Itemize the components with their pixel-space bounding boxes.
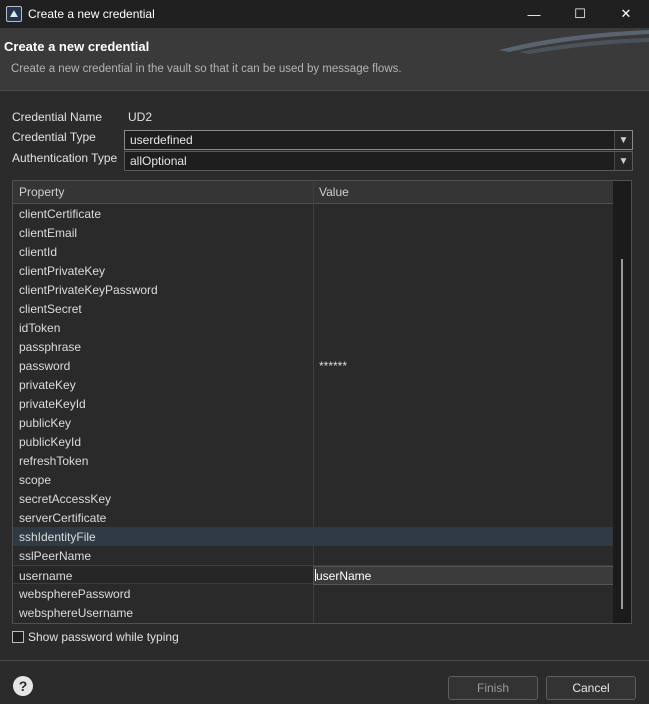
table-row[interactable]: refreshToken <box>13 451 614 470</box>
auth-type-label: Authentication Type <box>12 151 118 165</box>
cancel-button[interactable]: Cancel <box>546 676 636 700</box>
vertical-scrollbar[interactable] <box>613 181 631 623</box>
property-cell: privateKeyId <box>19 397 86 411</box>
property-cell: passphrase <box>19 340 82 354</box>
value-editor-text: userName <box>316 569 372 583</box>
credential-type-label: Credential Type <box>12 130 96 144</box>
property-cell: password <box>19 359 71 373</box>
property-cell: privateKey <box>19 378 76 392</box>
table-row[interactable]: clientEmail <box>13 223 614 242</box>
value-cell[interactable]: ****** <box>319 359 347 373</box>
banner-title: Create a new credential <box>4 39 150 54</box>
table-row[interactable]: clientPrivateKey <box>13 261 614 280</box>
properties-table[interactable]: Property Value clientCertificate clientEm… <box>12 180 632 624</box>
credential-name-value: UD2 <box>128 110 153 124</box>
footer-divider <box>0 660 649 661</box>
credential-type-select[interactable]: userdefined ▼ <box>124 130 633 150</box>
title-bar: ⛰ Create a new credential — ☐ ✕ <box>0 0 649 28</box>
property-cell: clientPrivateKey <box>19 264 106 278</box>
table-row[interactable]: clientId <box>13 242 614 261</box>
value-editor-input[interactable]: userName <box>313 566 614 585</box>
property-cell: publicKey <box>19 416 72 430</box>
table-row[interactable]: username userName <box>13 565 614 585</box>
property-cell: clientEmail <box>19 226 78 240</box>
table-row[interactable]: clientCertificate <box>13 204 614 223</box>
property-cell: clientPrivateKeyPassword <box>19 283 158 297</box>
chevron-down-icon[interactable]: ▼ <box>614 152 632 170</box>
table-row[interactable]: password ****** <box>13 356 614 375</box>
banner-description: Create a new credential in the vault so … <box>11 63 402 75</box>
property-cell: sshIdentityFile <box>19 530 96 544</box>
property-cell: clientId <box>19 245 58 259</box>
table-row[interactable]: privateKey <box>13 375 614 394</box>
property-cell: secretAccessKey <box>19 492 112 506</box>
scrollbar-thumb[interactable] <box>621 259 623 609</box>
auth-type-select[interactable]: allOptional ▼ <box>124 151 633 171</box>
show-password-label: Show password while typing <box>28 630 179 644</box>
table-row[interactable]: publicKey <box>13 413 614 432</box>
table-row[interactable]: clientPrivateKeyPassword <box>13 280 614 299</box>
wizard-banner: Create a new credential Create a new cre… <box>0 28 649 90</box>
show-password-option[interactable]: Show password while typing <box>12 630 179 644</box>
table-row[interactable]: sshIdentityFile <box>13 527 614 546</box>
auth-type-value: allOptional <box>130 154 187 168</box>
property-cell: refreshToken <box>19 454 89 468</box>
credential-name-label: Credential Name <box>12 110 103 124</box>
table-row[interactable]: serverCertificate <box>13 508 614 527</box>
credential-type-value: userdefined <box>130 133 193 147</box>
table-row[interactable]: passphrase <box>13 337 614 356</box>
table-row[interactable]: idToken <box>13 318 614 337</box>
property-cell: clientSecret <box>19 302 82 316</box>
window-controls: — ☐ ✕ <box>511 0 649 28</box>
table-row[interactable]: publicKeyId <box>13 432 614 451</box>
help-icon[interactable]: ? <box>13 676 33 696</box>
property-cell: username <box>19 569 73 583</box>
table-row[interactable]: clientSecret <box>13 299 614 318</box>
property-cell: websphereUsername <box>19 606 134 620</box>
column-header-value[interactable]: Value <box>319 185 349 199</box>
property-cell: sslPeerName <box>19 549 92 563</box>
table-row[interactable]: scope <box>13 470 614 489</box>
property-cell: webspherePassword <box>19 587 131 601</box>
banner-swoosh-decoration <box>499 30 649 54</box>
show-password-checkbox[interactable] <box>12 631 24 643</box>
minimize-icon[interactable]: — <box>511 0 557 28</box>
property-cell: clientCertificate <box>19 207 102 221</box>
table-row[interactable]: privateKeyId <box>13 394 614 413</box>
chevron-down-icon[interactable]: ▼ <box>614 131 632 149</box>
window-title: Create a new credential <box>28 7 155 21</box>
app-icon: ⛰ <box>6 6 22 22</box>
table-row[interactable]: webspherePassword <box>13 584 614 603</box>
column-header-property[interactable]: Property <box>19 185 64 199</box>
property-cell: publicKeyId <box>19 435 82 449</box>
maximize-icon[interactable]: ☐ <box>557 0 603 28</box>
close-icon[interactable]: ✕ <box>603 0 649 28</box>
finish-button[interactable]: Finish <box>448 676 538 700</box>
table-row[interactable]: secretAccessKey <box>13 489 614 508</box>
banner-divider <box>0 90 649 91</box>
property-cell: idToken <box>19 321 61 335</box>
property-cell: scope <box>19 473 52 487</box>
property-cell: serverCertificate <box>19 511 107 525</box>
table-body: clientCertificate clientEmail clientId clie… <box>13 204 614 622</box>
table-row[interactable]: websphereUsername <box>13 603 614 622</box>
table-row[interactable]: sslPeerName <box>13 546 614 565</box>
